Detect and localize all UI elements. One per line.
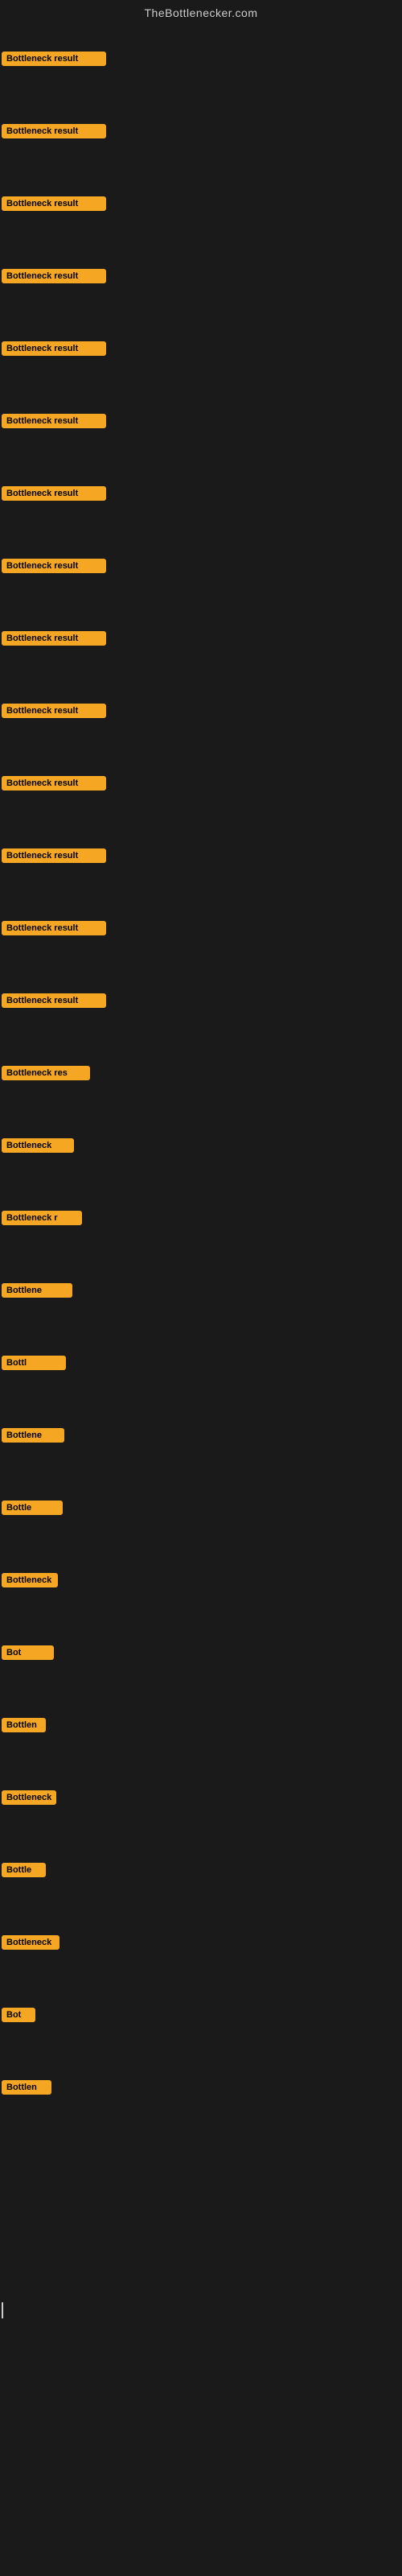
bottleneck-badge[interactable]: Bottleneck result bbox=[2, 993, 106, 1008]
list-item: Bottleneck bbox=[0, 1761, 402, 1834]
bottleneck-badge[interactable]: Bottlen bbox=[2, 1718, 46, 1732]
list-item: Bottl bbox=[0, 1327, 402, 1399]
list-item: Bottleneck result bbox=[0, 602, 402, 675]
bottleneck-badge[interactable]: Bottlen bbox=[2, 2080, 51, 2095]
bottleneck-badge[interactable]: Bottleneck result bbox=[2, 848, 106, 863]
list-item: Bottlen bbox=[0, 2051, 402, 2124]
bottleneck-badge[interactable]: Bottleneck res bbox=[2, 1066, 90, 1080]
list-item: Bottleneck result bbox=[0, 892, 402, 964]
list-item: Bottlene bbox=[0, 1399, 402, 1472]
bottleneck-badge[interactable]: Bottleneck result bbox=[2, 52, 106, 66]
list-item: Bottlene bbox=[0, 1254, 402, 1327]
list-item: Bottleneck result bbox=[0, 95, 402, 167]
bottleneck-badge[interactable]: Bot bbox=[2, 2008, 35, 2022]
bottleneck-badge[interactable]: Bottleneck result bbox=[2, 559, 106, 573]
bottleneck-badge[interactable]: Bottleneck result bbox=[2, 341, 106, 356]
bottleneck-badge[interactable]: Bottleneck result bbox=[2, 414, 106, 428]
list-item: Bottleneck result bbox=[0, 312, 402, 385]
bottleneck-badge[interactable]: Bottl bbox=[2, 1356, 66, 1370]
bottleneck-badge[interactable]: Bottlene bbox=[2, 1428, 64, 1443]
list-item: Bottleneck bbox=[0, 1109, 402, 1182]
bottleneck-badge[interactable]: Bottleneck r bbox=[2, 1211, 82, 1225]
list-item: Bottleneck result bbox=[0, 747, 402, 819]
bottleneck-badge[interactable]: Bottleneck result bbox=[2, 269, 106, 283]
list-item: Bottleneck result bbox=[0, 675, 402, 747]
list-item: Bottleneck r bbox=[0, 1182, 402, 1254]
list-item: Bottle bbox=[0, 1834, 402, 1906]
list-item: Bottleneck result bbox=[0, 457, 402, 530]
list-item: Bottleneck bbox=[0, 1906, 402, 1979]
list-item: Bottleneck result bbox=[0, 819, 402, 892]
bottleneck-badge[interactable]: Bottleneck result bbox=[2, 921, 106, 935]
bottleneck-badge[interactable]: Bottle bbox=[2, 1863, 46, 1877]
bottleneck-badge[interactable]: Bottleneck bbox=[2, 1935, 59, 1950]
list-item: Bottlen bbox=[0, 1689, 402, 1761]
list-item: Bottleneck result bbox=[0, 240, 402, 312]
list-item: Bottleneck result bbox=[0, 964, 402, 1037]
bottleneck-badge[interactable]: Bottle bbox=[2, 1501, 63, 1515]
cursor-line bbox=[2, 2302, 3, 2318]
list-item: Bottleneck result bbox=[0, 167, 402, 240]
rows-container: Bottleneck result Bottleneck result Bott… bbox=[0, 23, 402, 2124]
site-title: TheBottlenecker.com bbox=[0, 0, 402, 23]
bottleneck-badge[interactable]: Bot bbox=[2, 1645, 54, 1660]
bottleneck-badge[interactable]: Bottleneck result bbox=[2, 486, 106, 501]
bottleneck-badge[interactable]: Bottleneck bbox=[2, 1138, 74, 1153]
bottleneck-badge[interactable]: Bottleneck result bbox=[2, 704, 106, 718]
list-item: Bottle bbox=[0, 1472, 402, 1544]
bottleneck-badge[interactable]: Bottleneck bbox=[2, 1790, 56, 1805]
list-item: Bottleneck result bbox=[0, 385, 402, 457]
list-item: Bottleneck res bbox=[0, 1037, 402, 1109]
list-item: Bot bbox=[0, 1979, 402, 2051]
bottleneck-badge[interactable]: Bottleneck result bbox=[2, 631, 106, 646]
list-item: Bottleneck result bbox=[0, 530, 402, 602]
list-item: Bottleneck result bbox=[0, 23, 402, 95]
bottleneck-badge[interactable]: Bottleneck result bbox=[2, 196, 106, 211]
bottleneck-badge[interactable]: Bottleneck result bbox=[2, 124, 106, 138]
list-item: Bottleneck bbox=[0, 1544, 402, 1616]
list-item: Bot bbox=[0, 1616, 402, 1689]
bottleneck-badge[interactable]: Bottleneck result bbox=[2, 776, 106, 791]
bottleneck-badge[interactable]: Bottlene bbox=[2, 1283, 72, 1298]
bottleneck-badge[interactable]: Bottleneck bbox=[2, 1573, 58, 1587]
